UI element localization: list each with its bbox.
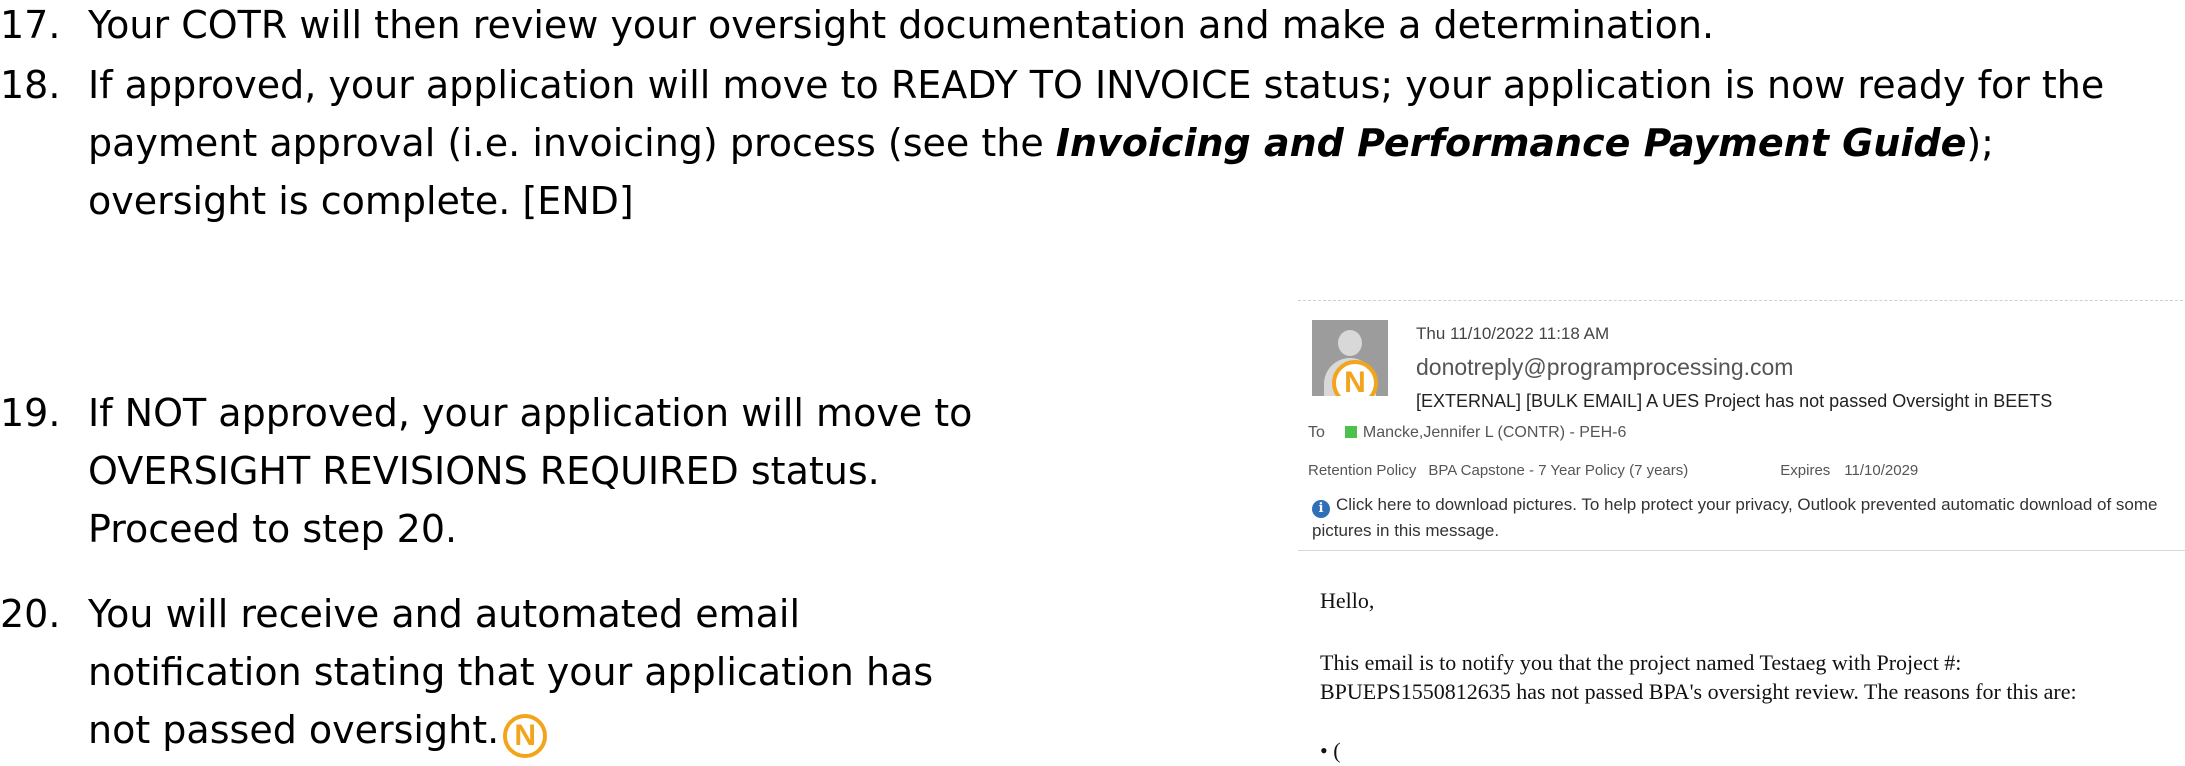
email-date: Thu 11/10/2022 11:18 AM	[1416, 324, 1610, 343]
expires-label: Expires	[1780, 462, 1831, 479]
step-18: 18. If approved, your application will m…	[0, 56, 2175, 230]
step-text: If approved, your application will move …	[88, 56, 2175, 230]
avatar-head	[1338, 330, 1362, 356]
download-pictures-infobar[interactable]: i Click here to download pictures. To hel…	[1312, 492, 2185, 543]
step-17: 17. Your COTR will then review your over…	[0, 0, 2185, 54]
email-screenshot: N Thu 11/10/2022 11:18 AM donotreply@pro…	[1298, 296, 2185, 766]
retention-row: Retention Policy BPA Capstone - 7 Year Po…	[1308, 462, 1918, 479]
step-20: 20. You will receive and automated email…	[0, 585, 1000, 759]
step-number: 20.	[0, 592, 61, 636]
step-number: 19.	[0, 391, 61, 435]
step-text: Your COTR will then review your oversigh…	[88, 3, 1715, 47]
email-greeting: Hello,	[1320, 588, 1375, 613]
email-sender[interactable]: donotreply@programprocessing.com	[1416, 354, 1793, 381]
n-marker-icon: N	[1332, 360, 1378, 396]
email-recipient[interactable]: Mancke,Jennifer L (CONTR) - PEH-6	[1363, 424, 1626, 441]
infobar-text: Click here to download pictures. To help…	[1312, 495, 2158, 540]
email-body-line: This email is to notify you that the pro…	[1320, 650, 1962, 675]
header-separator	[1298, 550, 2185, 551]
step-number: 17.	[0, 3, 61, 47]
step-number: 18.	[0, 63, 61, 107]
step-text: If NOT approved, your application will m…	[88, 391, 973, 551]
sender-avatar: N	[1312, 320, 1388, 396]
presence-status-icon	[1344, 426, 1357, 438]
retention-label: Retention Policy	[1308, 462, 1417, 479]
step-19: 19. If NOT approved, your application wi…	[0, 384, 1010, 558]
retention-policy: BPA Capstone - 7 Year Policy (7 years)	[1428, 462, 1689, 479]
step-text: You will receive and automated email not…	[88, 585, 1000, 759]
to-label: To	[1308, 424, 1325, 441]
email-bullet: • (	[1320, 738, 1341, 763]
guide-title: Invoicing and Performance Payment Guide	[1055, 121, 1967, 165]
expires-date: 11/10/2029	[1844, 462, 1919, 479]
email-subject: [EXTERNAL] [BULK EMAIL] A UES Project ha…	[1416, 391, 2053, 411]
email-body-line: BPUEPS1550812635 has not passed BPA's ov…	[1320, 679, 2077, 704]
info-icon: i	[1312, 499, 1330, 518]
email-to-row: To Mancke,Jennifer L (CONTR) - PEH-6	[1308, 424, 1626, 442]
n-marker-icon: N	[503, 714, 548, 758]
toolbar-divider	[1298, 300, 2185, 301]
